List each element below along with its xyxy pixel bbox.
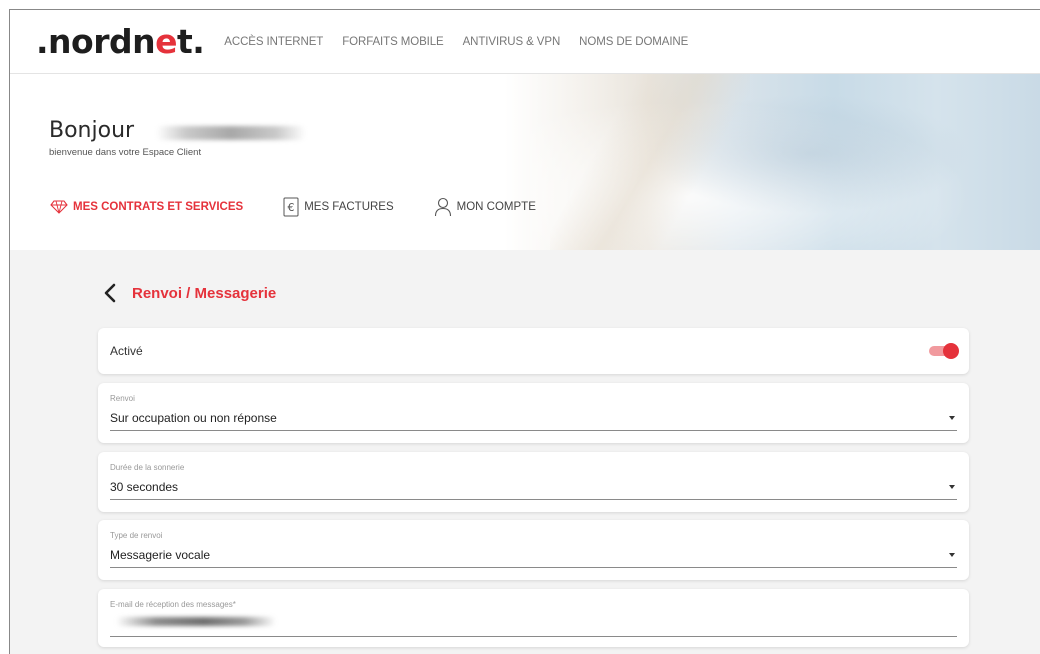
- nordnet-logo[interactable]: .nordn e t.: [36, 22, 205, 61]
- email-label: E-mail de réception des messages*: [110, 600, 236, 609]
- active-toggle-card: Activé: [98, 328, 969, 374]
- app-frame: .nordn e t. ACCÈS INTERNET FORFAITS MOBILE…: [9, 9, 1040, 654]
- nav-acces-internet[interactable]: ACCÈS INTERNET: [224, 36, 323, 48]
- gem-icon: [50, 200, 68, 214]
- renvoi-value: Sur occupation ou non réponse: [110, 411, 277, 425]
- logo-text-right: t.: [176, 22, 205, 61]
- greeting: Bonjour: [49, 118, 135, 143]
- ring-duration-value: 30 secondes: [110, 480, 179, 494]
- hero-banner: Bonjour bienvenue dans votre Espace Clie…: [10, 74, 1040, 250]
- active-toggle-switch[interactable]: [929, 343, 959, 359]
- page-header: Renvoi / Messagerie: [100, 282, 276, 304]
- field-underline: [110, 567, 957, 568]
- email-field[interactable]: E-mail de réception des messages*: [98, 589, 969, 647]
- field-underline: [110, 636, 957, 637]
- user-icon: [434, 197, 452, 217]
- tab-mes-contrats[interactable]: MES CONTRATS ET SERVICES: [50, 200, 243, 214]
- page-title: Renvoi / Messagerie: [132, 284, 277, 302]
- tab-mes-factures-label: MES FACTURES: [304, 201, 394, 213]
- ring-duration-select[interactable]: Durée de la sonnerie 30 secondes: [98, 452, 969, 512]
- forward-type-label: Type de renvoi: [110, 531, 163, 540]
- ring-duration-label: Durée de la sonnerie: [110, 463, 185, 472]
- dropdown-caret-icon[interactable]: [949, 416, 955, 420]
- renvoi-select[interactable]: Renvoi Sur occupation ou non réponse: [98, 383, 969, 443]
- welcome-subtitle: bienvenue dans votre Espace Client: [49, 147, 202, 158]
- tab-mon-compte-label: MON COMPTE: [456, 201, 536, 213]
- redacted-email-value: [116, 617, 276, 626]
- field-underline: [110, 430, 957, 431]
- dropdown-caret-icon[interactable]: [949, 485, 955, 489]
- tab-mes-factures[interactable]: € MES FACTURES: [283, 197, 394, 217]
- nav-forfaits-mobile[interactable]: FORFAITS MOBILE: [342, 36, 443, 48]
- redacted-customer-name: [156, 126, 306, 140]
- dropdown-caret-icon[interactable]: [949, 553, 955, 557]
- back-chevron-icon[interactable]: [100, 282, 122, 304]
- forward-type-value: Messagerie vocale: [110, 548, 211, 562]
- active-label: Activé: [110, 344, 143, 358]
- forward-type-select[interactable]: Type de renvoi Messagerie vocale: [98, 520, 969, 580]
- field-underline: [110, 499, 957, 500]
- logo-accent-letter: e: [155, 22, 177, 61]
- svg-text:€: €: [288, 201, 295, 214]
- logo-text-left: .nordn: [36, 22, 156, 61]
- nav-antivirus-vpn[interactable]: ANTIVIRUS & VPN: [463, 36, 561, 48]
- euro-icon: €: [283, 197, 299, 217]
- tab-mes-contrats-label: MES CONTRATS ET SERVICES: [73, 201, 244, 213]
- toggle-knob: [943, 343, 959, 359]
- nav-noms-de-domaine[interactable]: NOMS DE DOMAINE: [579, 36, 688, 48]
- tab-mon-compte[interactable]: MON COMPTE: [434, 197, 536, 217]
- renvoi-label: Renvoi: [110, 394, 135, 403]
- top-navigation: .nordn e t. ACCÈS INTERNET FORFAITS MOBILE…: [10, 10, 1040, 74]
- main-menu: ACCÈS INTERNET FORFAITS MOBILE ANTIVIRUS…: [224, 36, 707, 48]
- hero-image-light: [550, 74, 750, 250]
- account-tabs: MES CONTRATS ET SERVICES € MES FACTURES: [50, 197, 576, 217]
